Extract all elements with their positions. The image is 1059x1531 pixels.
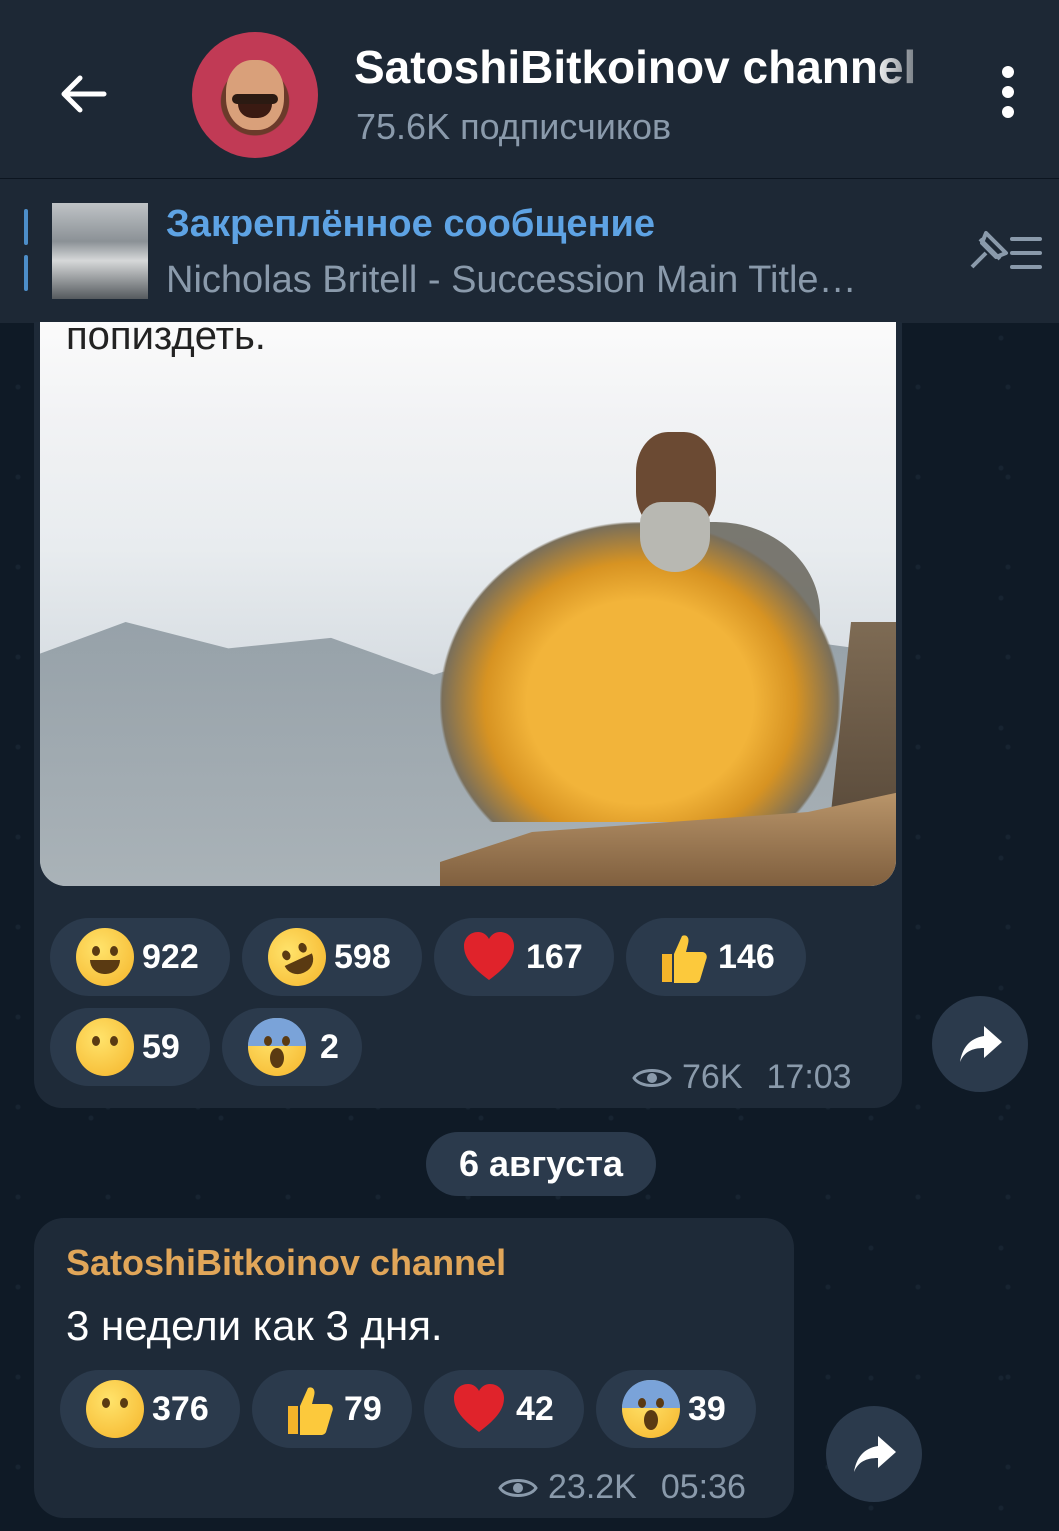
pinned-list-icon[interactable]	[966, 227, 1046, 277]
grinning-face-icon	[76, 928, 134, 986]
message-bubble[interactable]: попиздеть. 922 598 167 146 59 2 76K 17:0…	[34, 322, 902, 1108]
red-heart-icon	[460, 928, 518, 986]
reaction-thumbs-up[interactable]: 79	[252, 1370, 412, 1448]
reaction-count: 59	[142, 1027, 180, 1066]
pinned-thumbnail	[52, 203, 148, 299]
date-separator: 6 августа	[426, 1132, 656, 1196]
channel-title[interactable]: SatoshiBitkoinov channel	[354, 40, 944, 94]
thinking-face-icon	[76, 1018, 134, 1076]
message-photo[interactable]: попиздеть.	[40, 322, 896, 886]
forward-button[interactable]	[826, 1406, 922, 1502]
thumbs-up-icon	[652, 928, 710, 986]
reaction-thinking[interactable]: 376	[60, 1370, 240, 1448]
thumbs-up-icon	[278, 1380, 336, 1438]
message-time: 05:36	[660, 1468, 746, 1506]
red-heart-icon	[450, 1380, 508, 1438]
reaction-thinking[interactable]: 59	[50, 1008, 210, 1086]
message-time: 17:03	[766, 1058, 852, 1096]
reaction-count: 79	[344, 1389, 382, 1428]
views-eye-icon	[632, 1068, 672, 1087]
reaction-heart[interactable]: 42	[424, 1370, 584, 1448]
subscriber-count: 75.6K подписчиков	[356, 106, 672, 147]
views-count: 76K	[682, 1058, 743, 1096]
screaming-face-icon	[248, 1018, 306, 1076]
pinned-text: Nicholas Britell - Succession Main Title…	[166, 259, 857, 301]
pinned-title: Закреплённое сообщение	[166, 203, 656, 245]
message-meta: 23.2K 05:36	[498, 1468, 746, 1507]
channel-avatar[interactable]	[192, 32, 318, 158]
reaction-count: 167	[526, 937, 583, 976]
rofl-face-icon	[258, 918, 336, 996]
pinned-indicator	[24, 209, 28, 293]
reaction-count: 922	[142, 937, 199, 976]
channel-header: SatoshiBitkoinov channel 75.6K подписчик…	[0, 0, 1059, 178]
message-bubble[interactable]: SatoshiBitkoinov channel 3 недели как 3 …	[34, 1218, 794, 1518]
views-eye-icon	[498, 1478, 538, 1497]
reaction-count: 2	[320, 1027, 339, 1066]
back-arrow-icon[interactable]	[52, 62, 116, 126]
reaction-screaming[interactable]: 2	[222, 1008, 362, 1086]
reaction-count: 376	[152, 1389, 209, 1428]
more-menu-icon[interactable]	[990, 66, 1026, 126]
thinking-face-icon	[86, 1380, 144, 1438]
reaction-rofl[interactable]: 598	[242, 918, 422, 996]
forward-arrow-icon	[854, 1436, 896, 1472]
reaction-screaming[interactable]: 39	[596, 1370, 756, 1448]
views-count: 23.2K	[548, 1468, 637, 1506]
reaction-count: 598	[334, 937, 391, 976]
reaction-heart[interactable]: 167	[434, 918, 614, 996]
forward-button[interactable]	[932, 996, 1028, 1092]
reaction-count: 42	[516, 1389, 554, 1428]
forward-arrow-icon	[960, 1026, 1002, 1062]
reaction-thumbs-up[interactable]: 146	[626, 918, 806, 996]
message-meta: 76K 17:03	[632, 1058, 852, 1097]
message-text: 3 недели как 3 дня.	[66, 1302, 443, 1349]
reaction-count: 39	[688, 1389, 726, 1428]
pinned-message-bar[interactable]: Закреплённое сообщение Nicholas Britell …	[0, 178, 1059, 323]
screaming-face-icon	[622, 1380, 680, 1438]
sage-robe	[440, 522, 840, 822]
sage-beard	[640, 502, 710, 572]
reaction-grinning[interactable]: 922	[50, 918, 230, 996]
reaction-count: 146	[718, 937, 775, 976]
message-author[interactable]: SatoshiBitkoinov channel	[66, 1242, 506, 1284]
photo-caption-text: попиздеть.	[66, 322, 266, 358]
